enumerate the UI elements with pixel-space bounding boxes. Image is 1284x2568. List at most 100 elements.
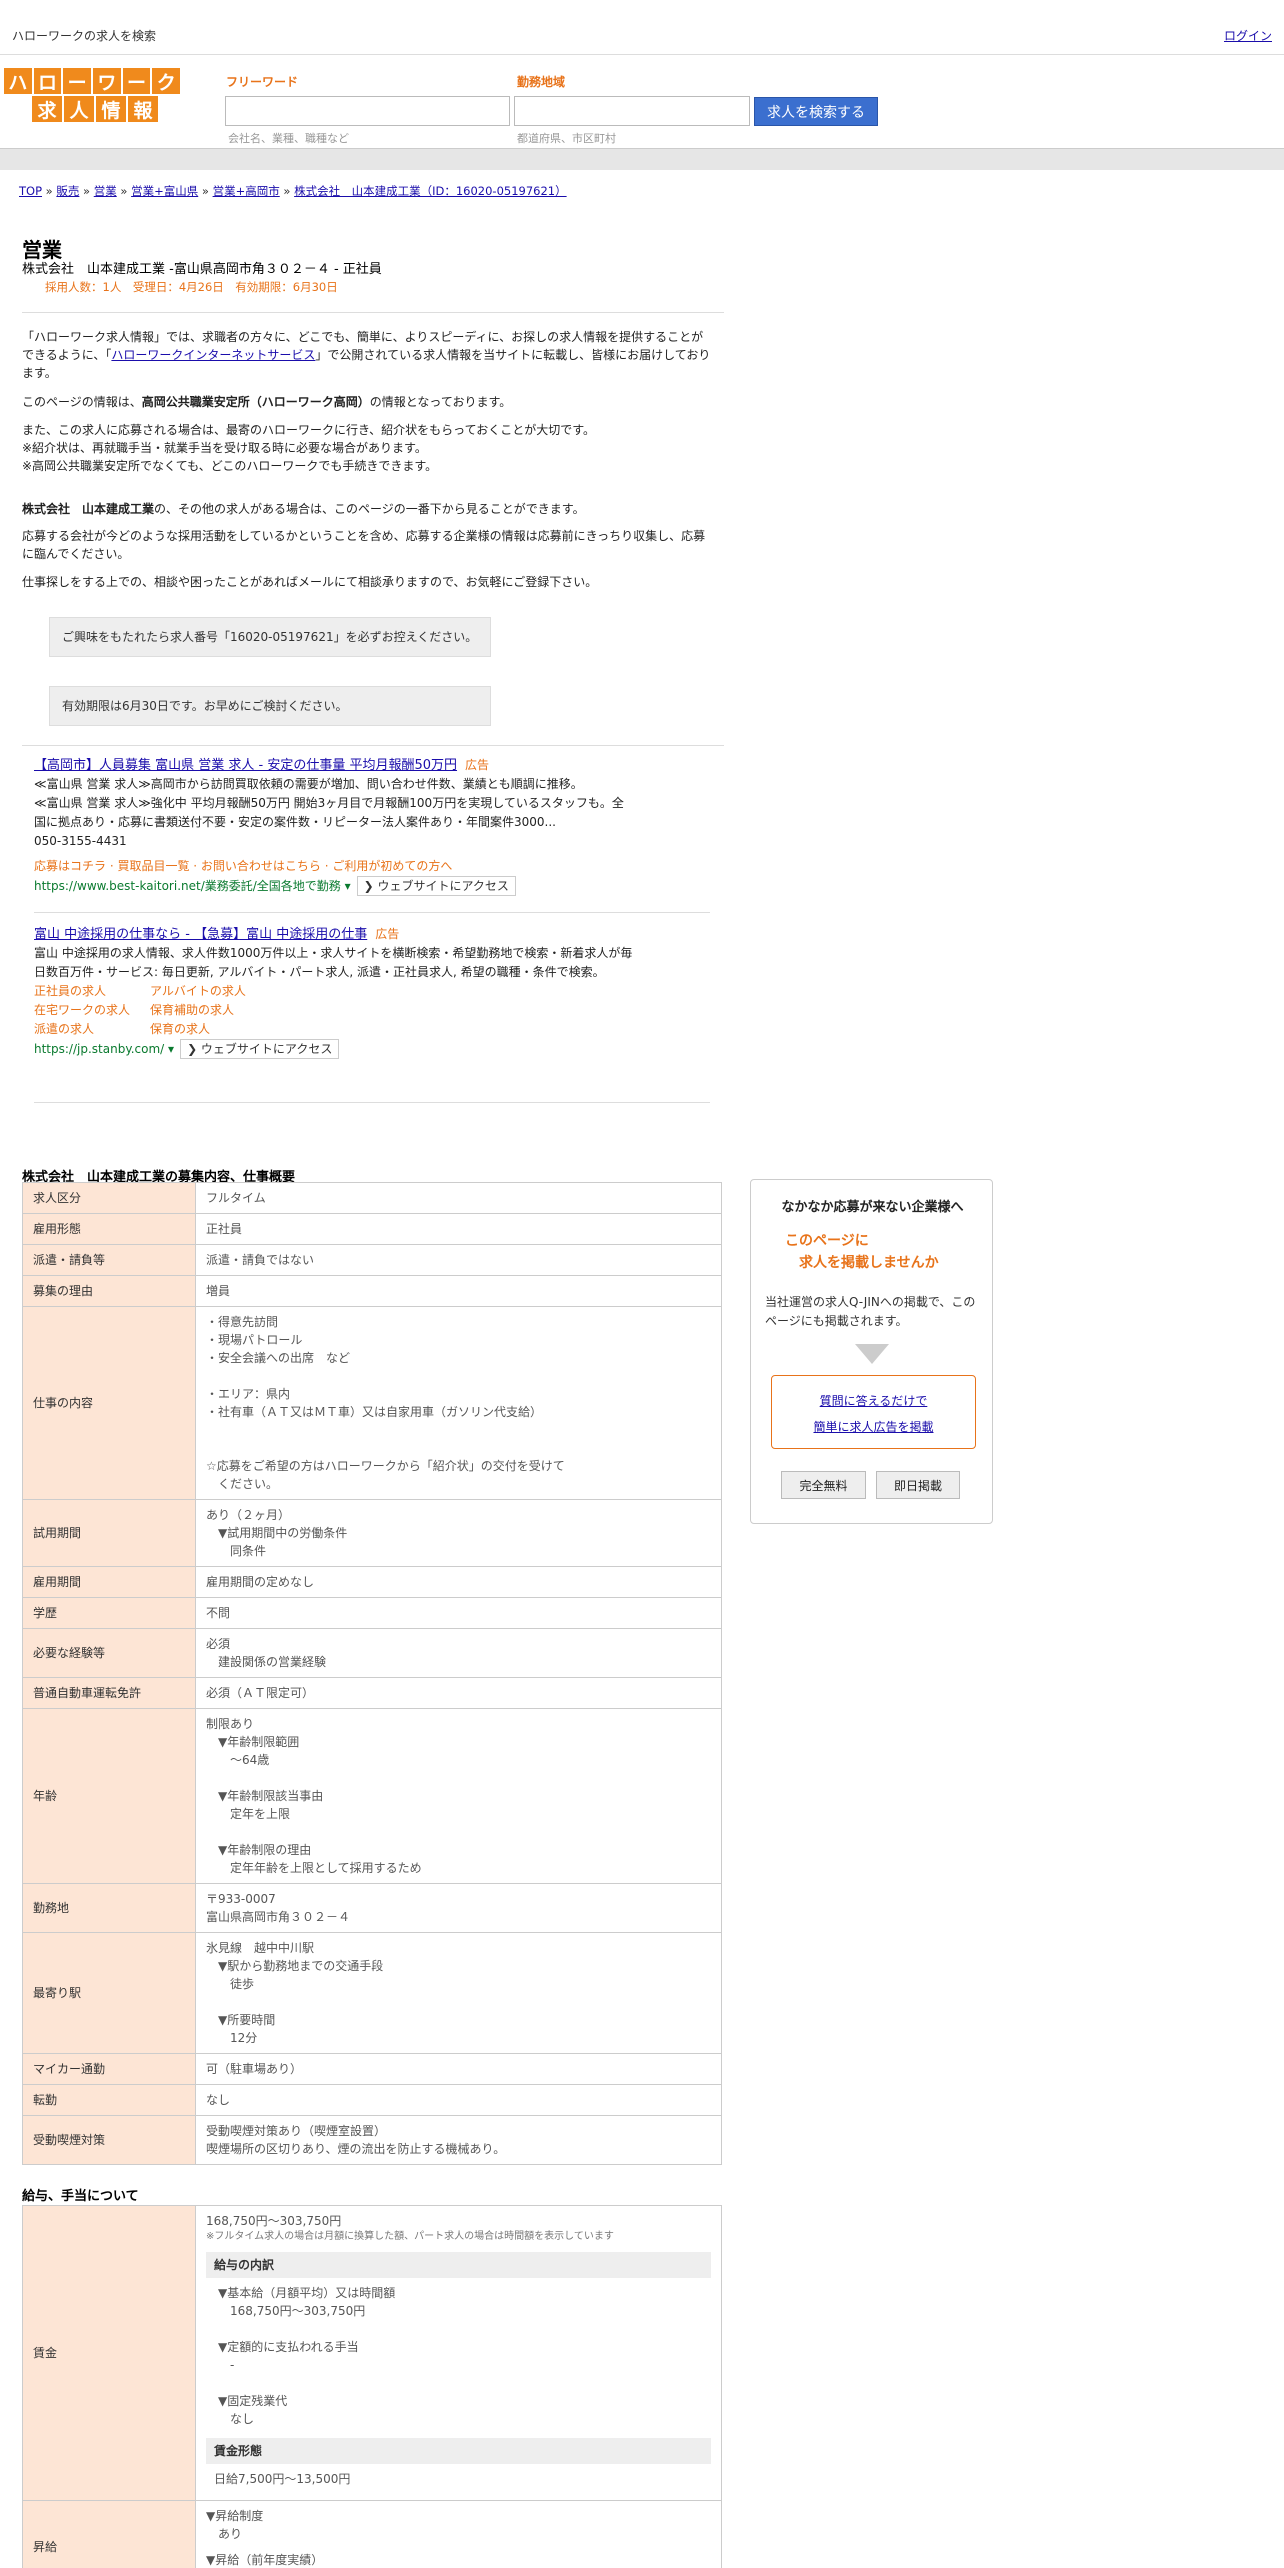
promo-link-1[interactable]: 質問に答えるだけで [820,1394,928,1408]
row-key: マイカー通勤 [22,2053,196,2085]
row-value: 〒933-0007 富山県高岡市角３０２－４ [195,1883,722,1933]
employer-promo-box: なかなか応募が来ない企業様へ このページに 求人を掲載しませんか 当社運営の求人… [750,1179,993,1524]
arrow-down-icon [855,1344,889,1364]
logo-char: ロ [33,68,62,94]
area-label: 勤務地域 [517,75,566,89]
ad-url-dropdown-icon[interactable]: ▾ [345,879,351,893]
row-key: 受動喫煙対策 [22,2115,196,2165]
ad-url-dropdown-icon[interactable]: ▾ [168,1042,174,1056]
breakdown-line: ▼定額的に支払われる手当 [218,2340,359,2354]
login-link[interactable]: ログイン [1224,27,1272,44]
promo-catch-1: このページに [785,1233,869,1249]
row-key: 学歴 [22,1597,196,1629]
row-key: 募集の理由 [22,1275,196,1307]
ad-line: 富山 中途採用の求人情報、求人件数1000万件以上・求人サイトを横断検索・希望勤… [34,946,633,979]
hellowork-internet-link[interactable]: ハローワークインターネットサービス [111,348,315,362]
table-row: 最寄り駅 氷見線 越中中川駅 ▼駅から勤務地までの交通手段 徒歩 ▼所要時間 12… [22,1932,722,2054]
breadcrumb-link[interactable]: 営業 [94,184,117,198]
row-key: 普通自動車運転免許 [22,1677,196,1709]
breakdown-list: ▼基本給（月額平均）又は時間額 168,750円〜303,750円 ▼定額的に支払… [206,2278,711,2434]
promo-link-frame: 質問に答えるだけで 簡単に求人広告を掲載 [771,1375,976,1449]
ad-sitelinks[interactable]: 応募はコチラ · 買取品目一覧 · お問い合わせはこちら · ご利用が初めての方… [34,857,634,876]
breadcrumb-link[interactable]: TOP [19,184,42,198]
value-line: 氷見線 越中中川駅 [206,1941,315,1955]
value-line [206,1421,711,1439]
table-row: 必要な経験等 必須 建設関係の営業経験 [22,1628,722,1678]
breadcrumb-link[interactable]: 営業+高岡市 [213,184,280,198]
value-line: ▼所要時間 [206,2013,276,2027]
value-line: 不問 [206,1606,231,1620]
logo-char: ー [122,68,151,94]
table-row: 賃金 168,750円〜303,750円 ※フルタイム求人の場合は月額に換算した… [22,2205,722,2501]
divider [22,312,724,313]
ad-title-link[interactable]: 【高岡市】人員募集 富山県 営業 求人 - 安定の仕事量 平均月報酬50万円 [34,758,457,773]
breadcrumb-link[interactable]: 販売 [56,184,79,198]
breadcrumb-link[interactable]: 営業+富山県 [131,184,198,198]
job-meta: 採用人数：1人 受理日：4月26日 有効期限：6月30日 [45,280,338,294]
value-line: ▼年齢制限該当事由 [206,1789,324,1803]
row-key: 派遣・請負等 [22,1244,196,1276]
value-line: 可（駐車場あり） [206,2062,303,2076]
wage-form-value: 日給7,500円〜13,500円 [214,2472,351,2486]
value-line: 受動喫煙対策あり（喫煙室設置） [206,2124,387,2138]
value-line: ▼年齢制限の理由 [206,1843,312,1857]
table-row: 勤務地 〒933-0007 富山県高岡市角３０２－４ [22,1883,722,1933]
row-key: 転勤 [22,2084,196,2116]
sitelink-row: 在宅ワークの求人 保育補助の求人 [34,1001,634,1020]
table-row: 学歴 不問 [22,1597,722,1629]
row-value: 氷見線 越中中川駅 ▼駅から勤務地までの交通手段 徒歩 ▼所要時間 12分 [195,1932,722,2054]
ad-url[interactable]: https://www.best-kaitori.net/業務委託/全国各地で勤… [34,879,341,893]
search-button[interactable]: 求人を検索する [754,97,878,126]
source-office: 高岡公共職業安定所（ハローワーク高岡） [141,395,370,409]
free-button[interactable]: 完全無料 [781,1471,866,1499]
table-row: 受動喫煙対策 受動喫煙対策あり（喫煙室設置） 喫煙場所の区切りあり、煙の流出を防止す… [22,2115,722,2165]
raise-line: あり [206,2527,243,2541]
hellowork-logo[interactable]: ハローワーク 求人情報 [4,68,181,124]
divider [34,912,710,913]
salary-table: 賃金 168,750円〜303,750円 ※フルタイム求人の場合は月額に換算した… [22,2205,722,2568]
breadcrumb-separator: » [279,184,295,198]
ad-title-link[interactable]: 富山 中途採用の仕事なら - 【急募】富山 中途採用の仕事 [34,927,367,942]
value-line [206,1993,711,2011]
promo-heading: なかなか応募が来ない企業様へ [781,1200,964,1215]
row-key: 求人区分 [22,1182,196,1214]
row-value: 168,750円〜303,750円 ※フルタイム求人の場合は月額に換算した額、パ… [195,2205,722,2501]
ad-sitelink[interactable]: 正社員の求人 [34,982,150,1001]
visit-website-button[interactable]: ❯ ウェブサイトにアクセス [356,876,516,896]
visit-website-button[interactable]: ❯ ウェブサイトにアクセス [180,1039,340,1059]
same-day-button[interactable]: 即日掲載 [876,1471,960,1499]
keyword-label: フリーワード [226,75,299,89]
ad-block-1: 【高岡市】人員募集 富山県 営業 求人 - 安定の仕事量 平均月報酬50万円 広告… [34,756,634,896]
breadcrumb-link[interactable]: 株式会社 山本建成工業（ID：16020-05197621） [294,184,567,198]
value-line: 正社員 [206,1222,243,1236]
promo-body: 当社運営の求人Q-JINへの掲載で、このページにも掲載されます。 [765,1295,976,1328]
value-line [206,1367,711,1385]
value-line: ▼年齢制限範囲 [206,1735,300,1749]
ad-sitelink[interactable]: 保育補助の求人 [150,1001,234,1020]
breadcrumb-separator: » [42,184,57,198]
keyword-input[interactable] [225,96,510,126]
area-input[interactable] [514,96,750,126]
value-line: ・現場パトロール [206,1333,303,1347]
value-line [206,1769,711,1787]
ad-sitelink[interactable]: 派遣の求人 [34,1020,150,1039]
value-line: 派遣・請負ではない [206,1253,315,1267]
table-row: 求人区分 フルタイム [22,1182,722,1214]
company-name: 株式会社 山本建成工業 [22,502,155,516]
ad-sitelink[interactable]: 保育の求人 [150,1020,210,1039]
value-line [206,1439,711,1457]
row-value: 不問 [195,1597,722,1629]
value-line: フルタイム [206,1191,266,1205]
promo-link-2[interactable]: 簡単に求人広告を掲載 [813,1420,933,1434]
ad-sitelink[interactable]: アルバイトの求人 [150,982,246,1001]
wage-note: ※フルタイム求人の場合は月額に換算した額、パート求人の場合は時間額を表示していま… [206,2231,614,2242]
ad-sitelink[interactable]: 在宅ワークの求人 [34,1001,150,1020]
ad-url[interactable]: https://jp.stanby.com/ [34,1042,164,1056]
referral-line: ※高岡公共職業安定所でなくても、どこのハローワークでも手続きできます。 [22,459,438,473]
table-row: 試用期間 あり（２ヶ月） ▼試用期間中の労働条件 同条件 [22,1499,722,1567]
breakdown-line: 168,750円〜303,750円 [218,2304,366,2318]
value-line: ・安全会議への出席 など [206,1351,351,1365]
other-jobs-text: の、その他の求人がある場合は、このページの一番下から見ることができます。 [154,502,585,516]
value-line: 制限あり [206,1717,255,1731]
row-key: 雇用形態 [22,1213,196,1245]
